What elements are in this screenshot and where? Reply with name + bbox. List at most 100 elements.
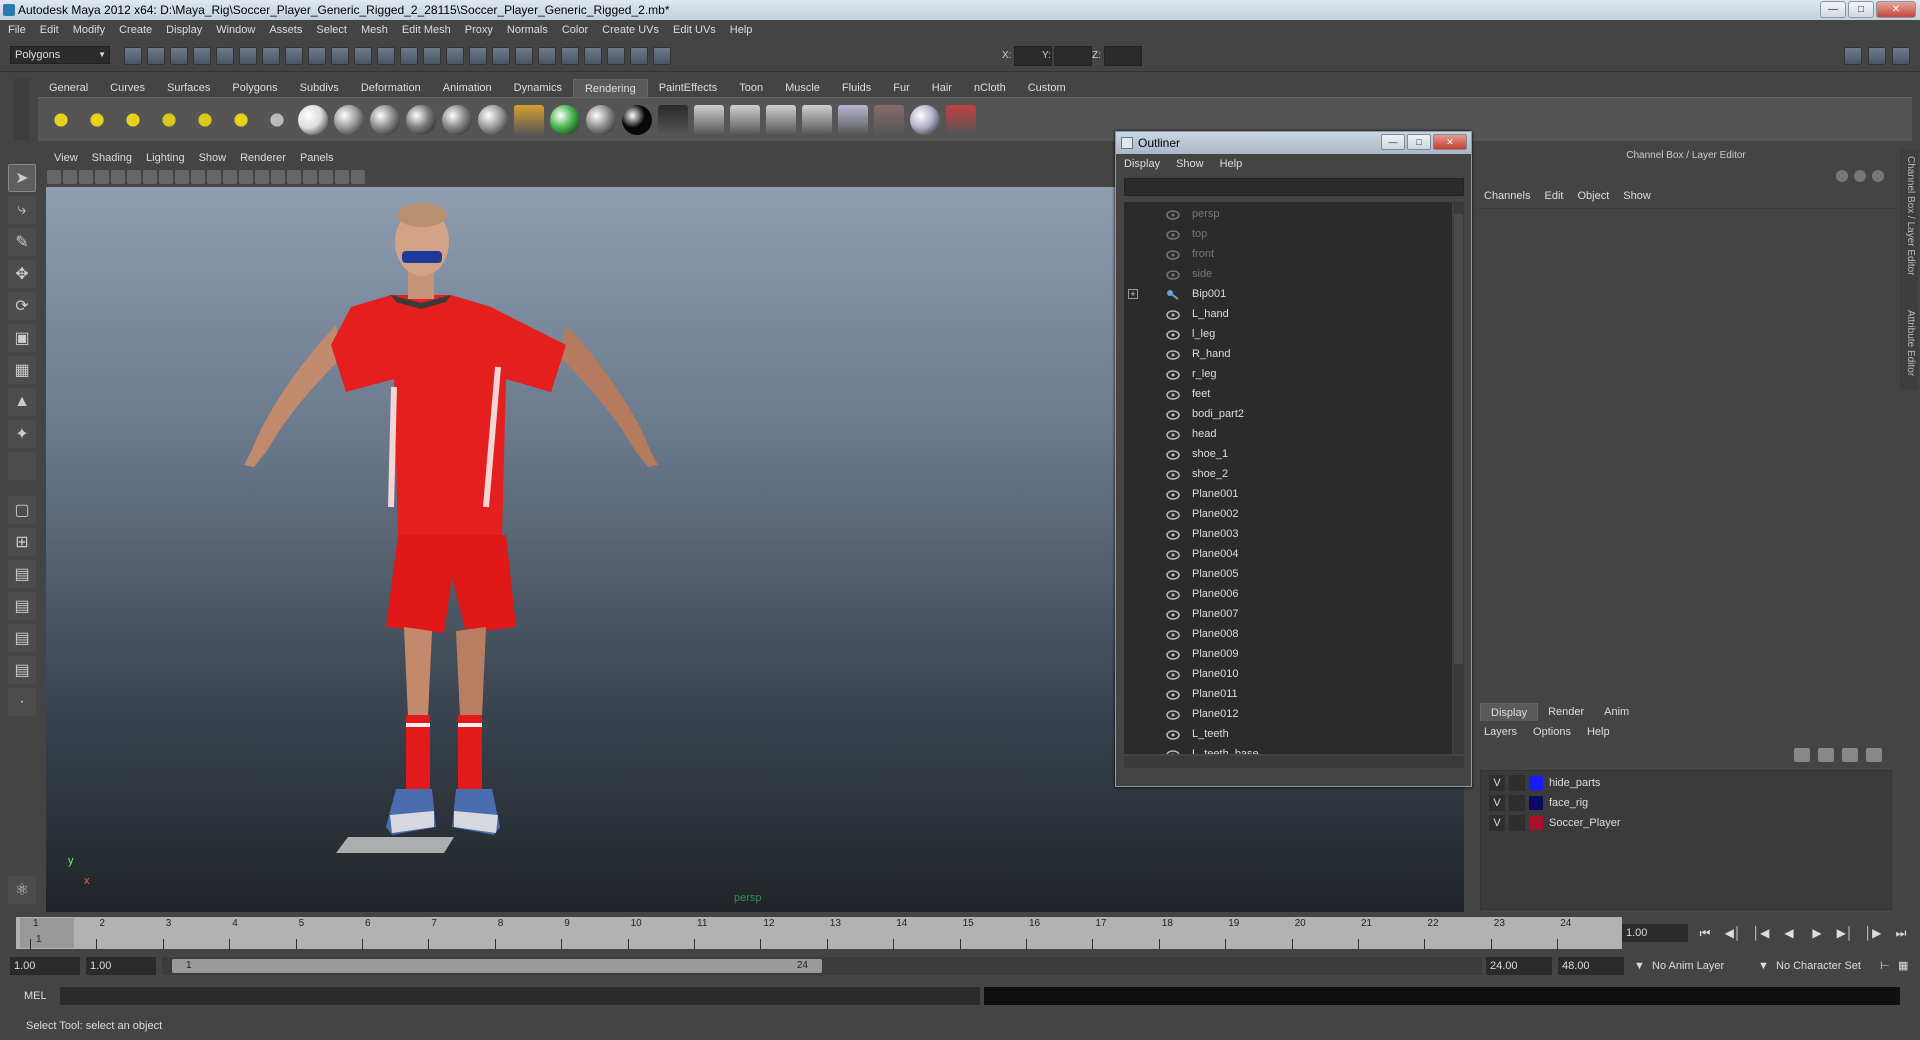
layer-row[interactable]: Vhide_parts [1481,773,1891,793]
shelf-tab-toon[interactable]: Toon [728,79,774,97]
layer-menu-help[interactable]: Help [1587,726,1610,738]
manipulator-icon[interactable] [1836,170,1848,182]
viewport-menu-show[interactable]: Show [199,152,227,164]
channel-box-menu-show[interactable]: Show [1623,190,1651,202]
z-field[interactable] [1104,46,1142,66]
layer-display-type-toggle[interactable] [1509,775,1525,791]
shelf-tab-deformation[interactable]: Deformation [350,79,432,97]
new-scene-icon[interactable] [124,47,142,65]
snap-grid-icon[interactable] [285,47,303,65]
layer-color-swatch[interactable] [1529,816,1543,830]
animation-start-field[interactable]: 1.00 [10,957,80,975]
all-lights-icon[interactable] [319,170,333,184]
attribute-editor-toggle-icon[interactable] [1844,47,1862,65]
output-ops-icon[interactable] [561,47,579,65]
mental-ray-sphere-icon[interactable] [910,105,940,135]
close-button[interactable]: ✕ [1876,1,1916,18]
command-input[interactable] [60,987,980,1005]
outliner-item[interactable]: Plane003 [1124,524,1452,544]
outliner-item[interactable]: Plane004 [1124,544,1452,564]
outliner-item[interactable]: feet [1124,384,1452,404]
gate-mask-icon[interactable] [159,170,173,184]
menu-edit-mesh[interactable]: Edit Mesh [402,24,451,36]
range-slider-track[interactable]: 1 24 [162,957,1482,975]
menu-assets[interactable]: Assets [269,24,302,36]
single-perspective-layout-icon[interactable]: ▢ [8,496,36,524]
layer-row[interactable]: V Soccer_Player [1481,813,1891,833]
anisotropic-sphere-icon[interactable] [478,105,508,135]
outliner-maximize-button[interactable]: □ [1407,134,1431,150]
render-settings-icon[interactable] [802,105,832,135]
outliner-item[interactable]: Plane002 [1124,504,1452,524]
current-frame-marker[interactable]: 1 [20,918,74,948]
universal-manipulator-icon[interactable]: ▦ [8,356,36,384]
channel-box-menu-channels[interactable]: Channels [1484,190,1530,202]
rotate-tool-icon[interactable]: ⟳ [8,292,36,320]
channel-box-area[interactable] [1478,208,1896,688]
batch-render-icon[interactable] [874,105,904,135]
current-time-field[interactable]: 1.00 [1622,924,1688,942]
flat-shade-icon[interactable] [255,170,269,184]
layer-menu-layers[interactable]: Layers [1484,726,1517,738]
menu-display[interactable]: Display [166,24,202,36]
safe-title-icon[interactable] [207,170,221,184]
menu-create-uvs[interactable]: Create UVs [602,24,659,36]
render-current-frame-icon[interactable] [469,47,487,65]
layer-color-swatch[interactable] [1529,776,1543,790]
open-scene-icon[interactable] [147,47,165,65]
select-object-icon[interactable] [216,47,234,65]
minimize-button[interactable]: — [1820,1,1846,18]
light-linking-icon[interactable] [262,105,292,135]
animation-end-field[interactable]: 48.00 [1558,957,1624,975]
speed-icon[interactable] [1854,170,1866,182]
shadows-icon[interactable] [335,170,349,184]
viewport-menu-renderer[interactable]: Renderer [240,152,286,164]
shelf-tab-fluids[interactable]: Fluids [831,79,882,97]
mask-icon[interactable] [262,47,280,65]
step-forward-key-icon[interactable]: │▶ [1864,924,1882,942]
range-slider-thumb[interactable]: 1 24 [172,959,822,973]
outliner-item[interactable]: r_leg [1124,364,1452,384]
image-plane-icon[interactable] [95,170,109,184]
show-hide-icon[interactable] [584,47,602,65]
snap-curve-icon[interactable] [308,47,326,65]
layer-visibility-toggle[interactable]: V [1489,795,1505,811]
menu-edit-uvs[interactable]: Edit UVs [673,24,716,36]
shelf-tab-curves[interactable]: Curves [99,79,156,97]
construction-history-icon[interactable] [446,47,464,65]
persp-graph-layout-icon[interactable]: ▤ [8,592,36,620]
command-language-label[interactable]: MEL [10,987,56,1005]
outliner-menu-help[interactable]: Help [1220,158,1243,170]
play-backwards-icon[interactable]: ◀ [1780,924,1798,942]
channel-box-menu-edit[interactable]: Edit [1544,190,1563,202]
anim-layer-chevron-icon[interactable]: ▼ [1634,957,1645,975]
phong-sphere-icon[interactable] [406,105,436,135]
hyperbolic-icon[interactable] [1872,170,1884,182]
channel-box-menu-object[interactable]: Object [1577,190,1609,202]
menu-normals[interactable]: Normals [507,24,548,36]
render-view-icon[interactable] [694,105,724,135]
outliner-item[interactable]: persp [1124,204,1452,224]
outliner-item[interactable]: shoe_2 [1124,464,1452,484]
hypershade-icon[interactable] [838,105,868,135]
layer-row[interactable]: Vface_rig [1481,793,1891,813]
point-light-icon[interactable] [118,105,148,135]
menu-mesh[interactable]: Mesh [361,24,388,36]
highlight-icon[interactable] [630,47,648,65]
persp-outliner-layout-icon[interactable]: ▤ [8,560,36,588]
phonge-sphere-icon[interactable] [442,105,472,135]
character-set-dropdown[interactable]: No Character Set [1776,957,1861,975]
outliner-item[interactable]: Plane007 [1124,604,1452,624]
menu-set-dropdown[interactable]: Polygons ▼ [10,46,110,64]
move-layer-down-icon[interactable] [1818,748,1834,762]
soft-modification-icon[interactable]: ▲ [8,388,36,416]
layer-visibility-toggle[interactable]: V [1489,775,1505,791]
shelf-tab-rendering[interactable]: Rendering [572,79,648,97]
outliner-item[interactable]: side [1124,264,1452,284]
resolution-gate-icon[interactable] [143,170,157,184]
last-tool-icon[interactable] [8,452,36,480]
character-set-chevron-icon[interactable]: ▼ [1758,957,1769,975]
maximize-button[interactable]: □ [1848,1,1874,18]
move-tool-icon[interactable]: ✥ [8,260,36,288]
outliner-item[interactable]: Plane006 [1124,584,1452,604]
